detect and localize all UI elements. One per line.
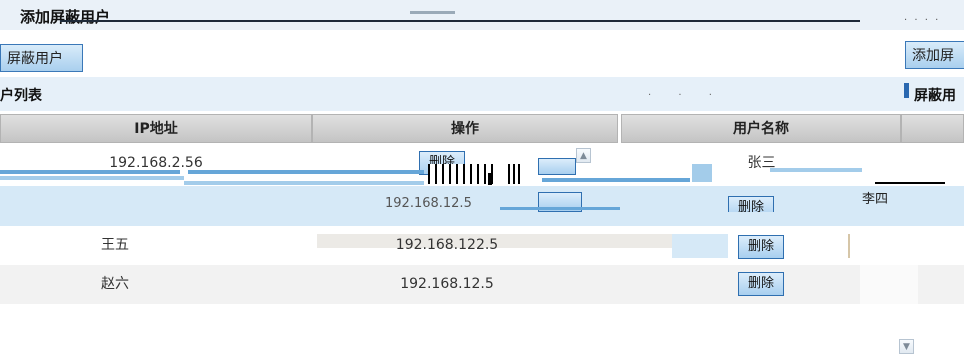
- block-user-button[interactable]: 屏蔽用户: [0, 44, 83, 72]
- chevron-up-icon[interactable]: ▲: [576, 148, 591, 163]
- row-ip: 192.168.12.5: [400, 276, 494, 292]
- glitch-strip: [542, 178, 690, 182]
- delete-button[interactable]: 删除: [738, 235, 784, 259]
- glitch-strip: [0, 176, 184, 180]
- glitch-block: [672, 234, 728, 258]
- glitch-strip: [0, 188, 300, 198]
- glitch-strip: [188, 170, 424, 174]
- page-title: 添加屏蔽用户: [20, 8, 111, 26]
- row-username: 赵六: [101, 276, 129, 292]
- glitch-block: [488, 173, 492, 185]
- title-divider: [60, 20, 860, 22]
- section-dots: · · ·: [648, 90, 724, 101]
- column-header-action[interactable]: 操作: [312, 114, 618, 143]
- delete-button[interactable]: 删除: [738, 272, 784, 296]
- glitch-strip: [692, 164, 712, 182]
- glitch-line: [875, 182, 945, 184]
- glitch-strip: [500, 207, 620, 210]
- add-block-button[interactable]: 添加屏: [905, 41, 964, 69]
- section-marker-icon: [904, 83, 909, 98]
- glitch-block: [860, 265, 918, 304]
- section-bar: [0, 77, 964, 111]
- title-mark: [410, 11, 455, 14]
- row-username: 王五: [101, 237, 129, 253]
- glitch-line: [848, 234, 850, 258]
- glitch-strip: [770, 168, 862, 172]
- row-ip: 192.168.122.5: [395, 237, 499, 253]
- row-username: 李四: [862, 192, 889, 207]
- column-header-username[interactable]: 用户名称: [621, 114, 901, 143]
- glitch-barcode: [508, 164, 522, 184]
- glitch-button-fragment: [538, 158, 576, 175]
- glitch-strip: [0, 212, 964, 224]
- title-bar: [0, 0, 964, 30]
- glitch-strip: [0, 170, 180, 174]
- section-right-label: 屏蔽用: [914, 88, 956, 104]
- title-dots: · · · ·: [904, 15, 941, 26]
- column-header-ip[interactable]: IP地址: [0, 114, 312, 143]
- column-header-extra: [901, 114, 964, 143]
- chevron-down-icon[interactable]: ▼: [899, 339, 914, 354]
- section-title: 户列表: [0, 88, 42, 104]
- glitch-strip: [184, 181, 424, 185]
- ghost-ip-text: 192.168.12.5: [385, 196, 472, 211]
